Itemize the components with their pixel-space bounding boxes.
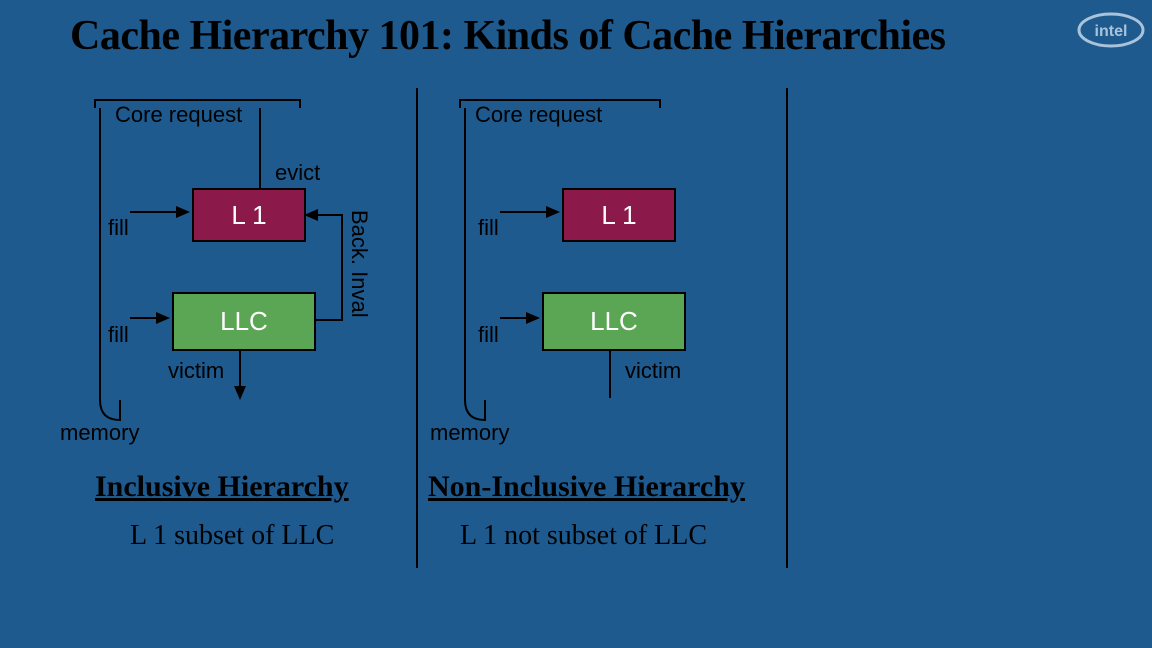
right-memory-label: memory — [430, 420, 509, 446]
left-backinval-label: Back. Inval — [346, 210, 372, 318]
right-sub: L 1 not subset of LLC — [460, 520, 707, 552]
left-fill-bottom-label: fill — [108, 322, 129, 348]
left-l1-label: L 1 — [231, 200, 266, 231]
slide-title: Cache Hierarchy 101: Kinds of Cache Hier… — [70, 12, 1120, 60]
right-heading: Non-Inclusive Hierarchy — [428, 470, 745, 504]
right-core-request-label: Core request — [475, 102, 602, 128]
left-memory-label: memory — [60, 420, 139, 446]
left-llc-label: LLC — [220, 306, 268, 337]
left-victim-label: victim — [168, 358, 224, 384]
right-fill-bottom-label: fill — [478, 322, 499, 348]
divider-1 — [416, 88, 418, 568]
left-evict-label: evict — [275, 160, 320, 186]
left-llc-box: LLC — [172, 292, 316, 351]
left-fill-top-label: fill — [108, 215, 129, 241]
right-llc-box: LLC — [542, 292, 686, 351]
slide: Cache Hierarchy 101: Kinds of Cache Hier… — [0, 0, 1152, 648]
intel-logo-icon: intel — [1076, 10, 1146, 55]
left-sub: L 1 subset of LLC — [130, 520, 334, 552]
right-l1-label: L 1 — [601, 200, 636, 231]
right-fill-top-label: fill — [478, 215, 499, 241]
left-core-request-label: Core request — [115, 102, 242, 128]
svg-text:intel: intel — [1095, 23, 1128, 40]
right-victim-label: victim — [625, 358, 681, 384]
left-heading: Inclusive Hierarchy — [95, 470, 349, 504]
right-l1-box: L 1 — [562, 188, 676, 242]
right-llc-label: LLC — [590, 306, 638, 337]
divider-2 — [786, 88, 788, 568]
left-l1-box: L 1 — [192, 188, 306, 242]
